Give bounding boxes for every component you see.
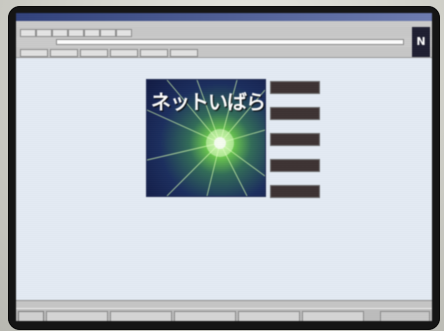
nav-item-1[interactable] [270,81,320,94]
reload-button[interactable] [52,29,68,37]
personal-link-1[interactable] [50,49,78,57]
home-button[interactable] [68,29,84,37]
browser-logo: N [412,27,430,57]
browser-title-bar [16,13,432,21]
personal-toolbar [16,47,432,58]
back-button[interactable] [20,29,36,37]
browser-toolbar [16,27,432,37]
taskbar-item-1[interactable] [46,311,108,321]
os-taskbar [16,308,432,321]
page-content: ネットいばらき [16,58,432,300]
nav-item-2[interactable] [270,107,320,120]
url-input[interactable] [56,39,404,45]
photo-scene: N ネットいばら [0,0,444,331]
nav-item-4[interactable] [270,159,320,172]
browser-status-bar [16,300,432,308]
personal-link-3[interactable] [110,49,138,57]
nav-item-5[interactable] [270,185,320,198]
taskbar-item-4[interactable] [238,311,300,321]
personal-link-5[interactable] [170,49,198,57]
taskbar-item-5[interactable] [302,311,364,321]
banner-title: ネットいばらき [151,90,265,114]
nav-item-3[interactable] [270,133,320,146]
bookmark-button[interactable] [20,49,48,57]
personal-link-2[interactable] [80,49,108,57]
search-button[interactable] [84,29,100,37]
taskbar-item-3[interactable] [174,311,236,321]
print-button[interactable] [100,29,116,37]
monitor-screen: N ネットいばら [16,13,432,321]
location-bar [16,37,432,47]
stop-button[interactable] [116,29,132,37]
forward-button[interactable] [36,29,52,37]
system-tray [380,311,430,321]
taskbar-item-2[interactable] [110,311,172,321]
start-button[interactable] [18,311,44,321]
site-banner[interactable]: ネットいばらき [146,79,266,197]
personal-link-4[interactable] [140,49,168,57]
